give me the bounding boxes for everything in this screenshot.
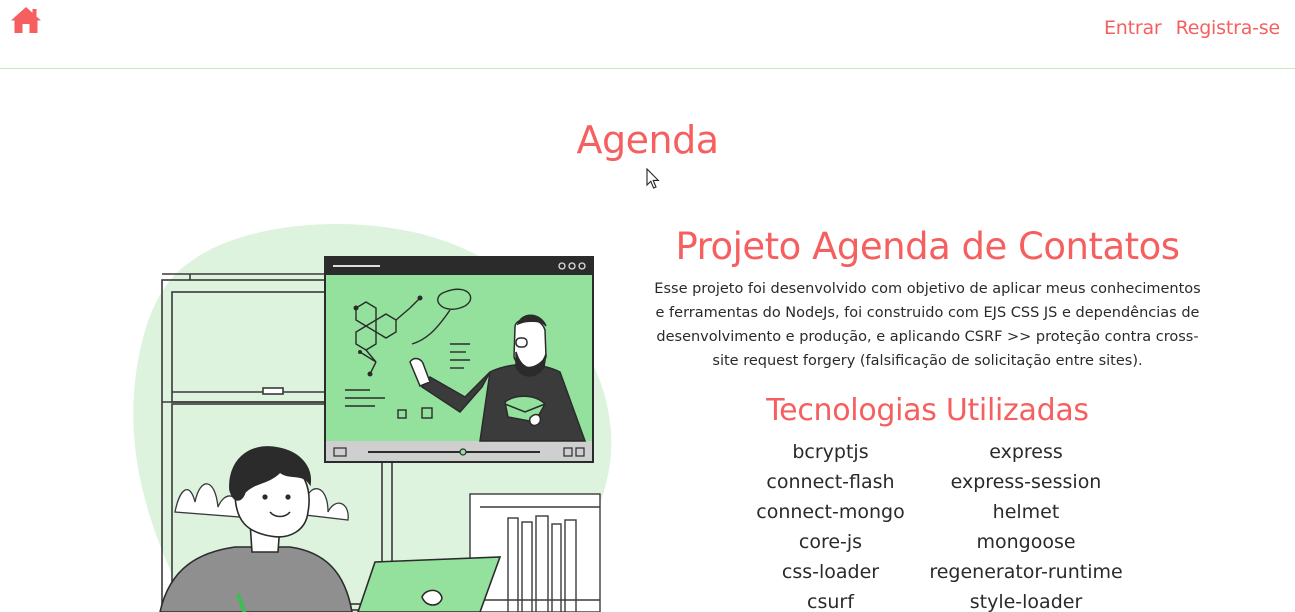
- mouse-cursor-icon: [646, 168, 660, 189]
- technology-item: regenerator-runtime: [929, 561, 1123, 583]
- project-title: Projeto Agenda de Contatos: [675, 225, 1180, 268]
- teacher-illustration: [130, 222, 620, 612]
- navbar: Entrar Registra-se: [0, 0, 1295, 69]
- technology-item: connect-flash: [766, 471, 895, 493]
- technology-item: connect-mongo: [756, 501, 905, 523]
- technology-item: express: [989, 441, 1063, 463]
- project-section: Projeto Agenda de Contatos Esse projeto …: [645, 225, 1210, 612]
- register-link[interactable]: Registra-se: [1176, 17, 1281, 39]
- technologies-title: Tecnologias Utilizadas: [766, 393, 1089, 428]
- home-link[interactable]: [10, 4, 42, 36]
- nav-links: Entrar Registra-se: [1104, 17, 1280, 39]
- home-icon: [11, 7, 41, 33]
- technology-item: mongoose: [976, 531, 1076, 553]
- technology-item: css-loader: [781, 561, 880, 583]
- technology-item: style-loader: [969, 591, 1083, 612]
- technology-item: express-session: [950, 471, 1102, 493]
- technology-item: helmet: [992, 501, 1060, 523]
- technology-item: bcryptjs: [792, 441, 869, 463]
- login-link[interactable]: Entrar: [1104, 17, 1162, 39]
- technology-item: csurf: [807, 591, 854, 612]
- technology-item: core-js: [798, 531, 863, 553]
- project-description: Esse projeto foi desenvolvido com objeti…: [654, 281, 1201, 369]
- technologies-list: bcryptjs express connect-flash express-s…: [645, 437, 1210, 612]
- page-title: Agenda: [576, 118, 720, 162]
